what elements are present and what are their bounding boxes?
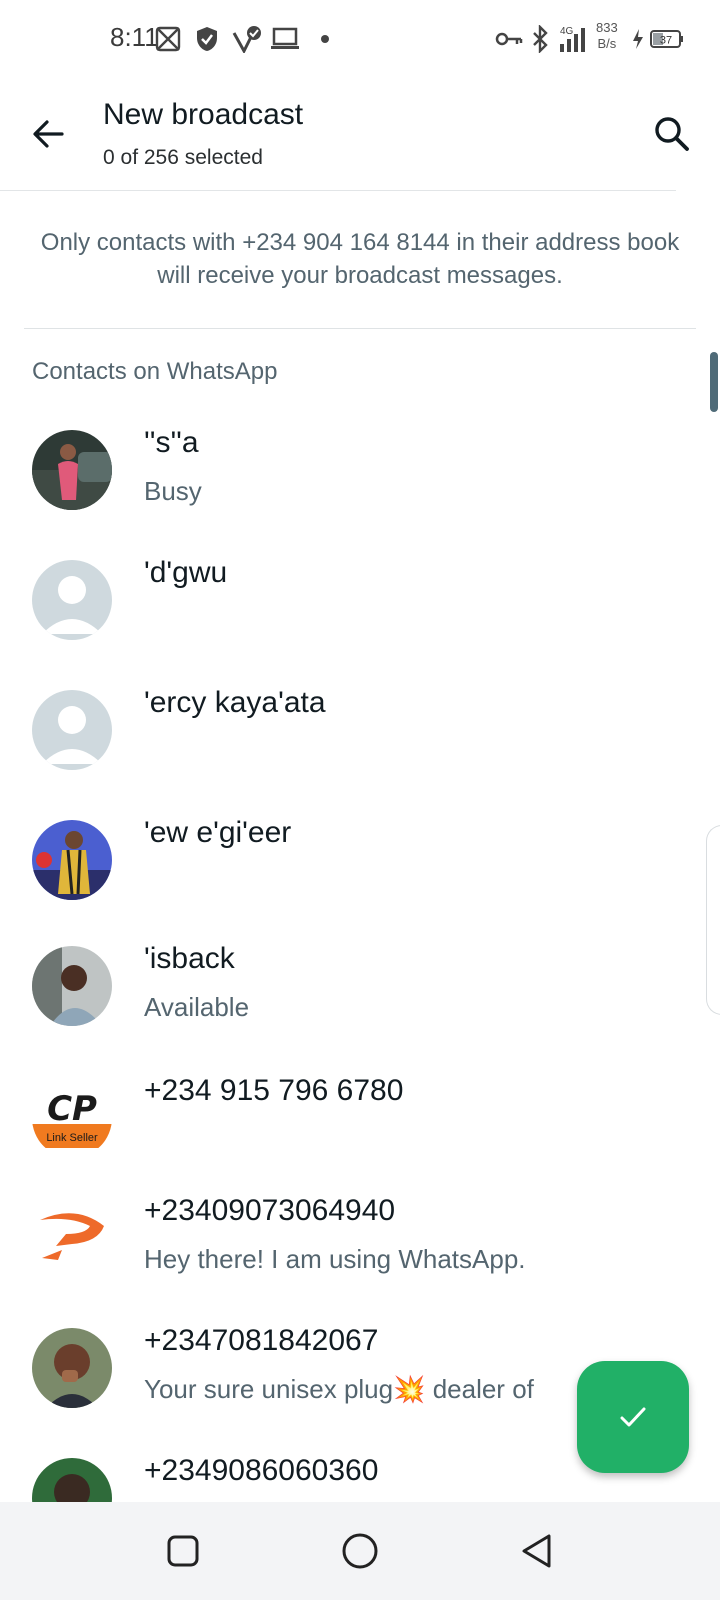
dot-icon bbox=[318, 24, 332, 54]
back-nav-button[interactable] bbox=[512, 1526, 562, 1576]
contact-row[interactable]: 'd'gwu bbox=[0, 542, 720, 670]
avatar bbox=[32, 1328, 112, 1408]
avatar bbox=[32, 430, 112, 510]
section-header: Contacts on WhatsApp bbox=[32, 358, 278, 385]
default-avatar-icon bbox=[32, 560, 112, 640]
svg-text:4G: 4G bbox=[560, 26, 574, 37]
avatar: CP Link Seller bbox=[32, 1078, 112, 1158]
contact-row[interactable]: 'ercy kaya'ata bbox=[0, 672, 720, 800]
search-icon bbox=[655, 117, 689, 151]
search-button[interactable] bbox=[648, 110, 696, 158]
key-icon bbox=[494, 24, 524, 54]
bluetooth-icon bbox=[528, 24, 552, 54]
svg-text:CP: CP bbox=[47, 1089, 97, 1129]
contact-name: 'isback bbox=[144, 942, 235, 975]
contact-status: Busy bbox=[144, 476, 202, 506]
app-bar: New broadcast 0 of 256 selected bbox=[0, 80, 720, 192]
check-icon bbox=[620, 1407, 646, 1427]
contact-name: +234 915 796 6780 bbox=[144, 1074, 404, 1107]
default-avatar-icon bbox=[32, 690, 112, 770]
notice-divider bbox=[24, 328, 696, 329]
contact-row[interactable]: +23409073064940 Hey there! I am using Wh… bbox=[0, 1180, 720, 1308]
check-badge-icon bbox=[230, 24, 264, 54]
battery-icon: 37 bbox=[650, 24, 684, 54]
gallery-icon bbox=[152, 24, 184, 54]
contact-name: +2349086060360 bbox=[144, 1454, 379, 1487]
charging-icon bbox=[628, 24, 648, 54]
circle-icon bbox=[342, 1533, 378, 1569]
square-icon bbox=[167, 1535, 199, 1567]
home-button[interactable] bbox=[335, 1526, 385, 1576]
status-bar: 8:11 4G 833 B/s 37 bbox=[0, 0, 720, 80]
contact-row[interactable]: 'isback Available bbox=[0, 928, 720, 1056]
svg-text:Link Seller: Link Seller bbox=[46, 1132, 98, 1144]
contact-row[interactable]: 'ew e'gi'eer bbox=[0, 802, 720, 930]
broadcast-notice: Only contacts with +234 904 164 8144 in … bbox=[40, 229, 680, 289]
selection-count: 0 of 256 selected bbox=[103, 146, 263, 169]
arrow-left-icon bbox=[33, 120, 64, 148]
recent-apps-button[interactable] bbox=[158, 1526, 208, 1576]
contact-name: 'ercy kaya'ata bbox=[144, 686, 326, 719]
avatar bbox=[32, 946, 112, 1026]
navigation-bar bbox=[0, 1502, 720, 1600]
header-divider bbox=[0, 190, 676, 191]
contact-status: Available bbox=[144, 992, 250, 1022]
contact-name: 'ew e'gi'eer bbox=[144, 816, 292, 849]
network-speed: 833 B/s bbox=[596, 20, 618, 51]
avatar bbox=[32, 1458, 112, 1502]
contact-status: Your sure unisex plug💥 dealer of bbox=[144, 1374, 534, 1404]
back-button[interactable] bbox=[24, 110, 72, 158]
signal-icon: 4G bbox=[556, 24, 590, 54]
page-title: New broadcast bbox=[103, 98, 304, 131]
contact-row[interactable]: CP Link Seller +234 915 796 6780 bbox=[0, 1060, 720, 1188]
avatar bbox=[32, 820, 112, 900]
svg-text:37: 37 bbox=[660, 35, 672, 47]
contact-name: +2347081842067 bbox=[144, 1324, 379, 1357]
contact-status: Hey there! I am using WhatsApp. bbox=[144, 1244, 526, 1274]
scrollbar-thumb[interactable] bbox=[710, 352, 718, 412]
edge-panel-handle[interactable] bbox=[706, 825, 720, 1015]
contact-list: ''s''a Busy 'd'gwu 'ercy kaya'ata 'ew e'… bbox=[0, 412, 720, 1502]
laptop-icon bbox=[268, 24, 302, 54]
shield-icon bbox=[192, 24, 222, 54]
contact-name: 'd'gwu bbox=[144, 556, 228, 589]
confirm-button[interactable] bbox=[577, 1361, 689, 1473]
contact-name: ''s''a bbox=[144, 426, 199, 459]
avatar bbox=[32, 1198, 112, 1278]
contact-row[interactable]: ''s''a Busy bbox=[0, 412, 720, 540]
contact-name: +23409073064940 bbox=[144, 1194, 396, 1227]
triangle-back-icon bbox=[522, 1534, 551, 1568]
